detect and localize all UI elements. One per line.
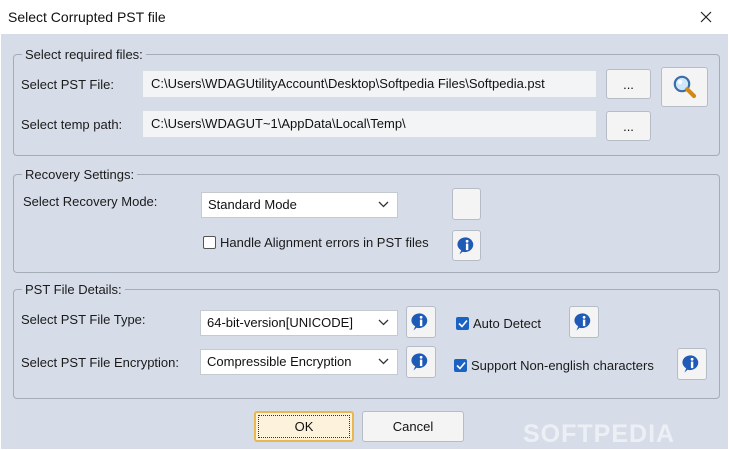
search-icon xyxy=(673,75,696,99)
alignment-errors-label: Handle Alignment errors in PST files xyxy=(220,235,429,250)
info-icon xyxy=(411,353,428,371)
close-icon xyxy=(700,11,712,23)
recovery-mode-label: Select Recovery Mode: xyxy=(23,194,158,209)
softpedia-watermark: SOFTPEDIA xyxy=(523,420,676,448)
pst-file-path-field[interactable]: C:\Users\WDAGUtilityAccount\Desktop\Soft… xyxy=(142,70,597,98)
pst-encryption-select[interactable]: Compressible Encryption xyxy=(200,349,398,375)
non-english-checkbox-box xyxy=(454,359,467,372)
dialog-body: Select required files: Select PST File: … xyxy=(1,34,728,449)
pst-file-details-legend: PST File Details: xyxy=(25,282,122,297)
info-icon xyxy=(682,355,699,373)
non-english-checkbox[interactable]: Support Non-english characters xyxy=(454,358,654,373)
temp-browse-button[interactable]: ... xyxy=(606,111,651,141)
chevron-down-icon xyxy=(378,319,389,326)
pst-type-info-button[interactable] xyxy=(406,306,436,338)
chevron-down-icon xyxy=(378,358,389,365)
pst-type-value: 64-bit-version[UNICODE] xyxy=(207,315,353,330)
non-english-info-button[interactable] xyxy=(677,348,707,380)
pst-file-label: Select PST File: xyxy=(21,77,114,92)
info-icon xyxy=(456,236,473,254)
info-icon xyxy=(411,313,428,331)
auto-detect-checkbox-box xyxy=(456,317,469,330)
temp-path-label: Select temp path: xyxy=(21,117,123,132)
window-title: Select Corrupted PST file xyxy=(8,9,166,25)
pst-browse-button[interactable]: ... xyxy=(606,69,651,99)
temp-path-field[interactable]: C:\Users\WDAGUT~1\AppData\Local\Temp\ xyxy=(142,110,597,138)
auto-detect-info-button[interactable] xyxy=(569,306,599,338)
auto-detect-checkbox[interactable]: Auto Detect xyxy=(456,316,541,331)
alignment-info-button[interactable] xyxy=(452,230,481,261)
pst-type-label: Select PST File Type: xyxy=(21,312,146,327)
alignment-errors-checkbox[interactable]: Handle Alignment errors in PST files xyxy=(203,235,429,250)
alignment-errors-checkbox-box xyxy=(203,236,216,249)
recovery-settings-group: Recovery Settings: xyxy=(13,167,720,273)
pst-encryption-info-button[interactable] xyxy=(406,346,436,378)
title-bar: Select Corrupted PST file xyxy=(0,0,729,34)
pst-file-details-group: PST File Details: xyxy=(13,282,720,399)
chevron-down-icon xyxy=(378,201,389,208)
cancel-button[interactable]: Cancel xyxy=(362,411,464,442)
checkmark-icon xyxy=(455,361,466,370)
pst-encryption-label: Select PST File Encryption: xyxy=(21,355,179,370)
recovery-mode-select[interactable]: Standard Mode xyxy=(201,192,398,218)
ok-button[interactable]: OK xyxy=(254,411,354,442)
recovery-mode-value: Standard Mode xyxy=(208,197,297,212)
pst-encryption-value: Compressible Encryption xyxy=(207,354,352,369)
info-icon xyxy=(574,313,591,331)
pst-type-select[interactable]: 64-bit-version[UNICODE] xyxy=(200,310,398,336)
required-files-legend: Select required files: xyxy=(25,47,143,62)
non-english-label: Support Non-english characters xyxy=(471,358,654,373)
auto-detect-label: Auto Detect xyxy=(473,316,541,331)
search-pst-button[interactable] xyxy=(661,67,708,107)
recovery-mode-options-button[interactable] xyxy=(452,188,481,220)
close-button[interactable] xyxy=(683,0,729,34)
recovery-settings-legend: Recovery Settings: xyxy=(25,167,135,182)
checkmark-icon xyxy=(457,319,468,328)
